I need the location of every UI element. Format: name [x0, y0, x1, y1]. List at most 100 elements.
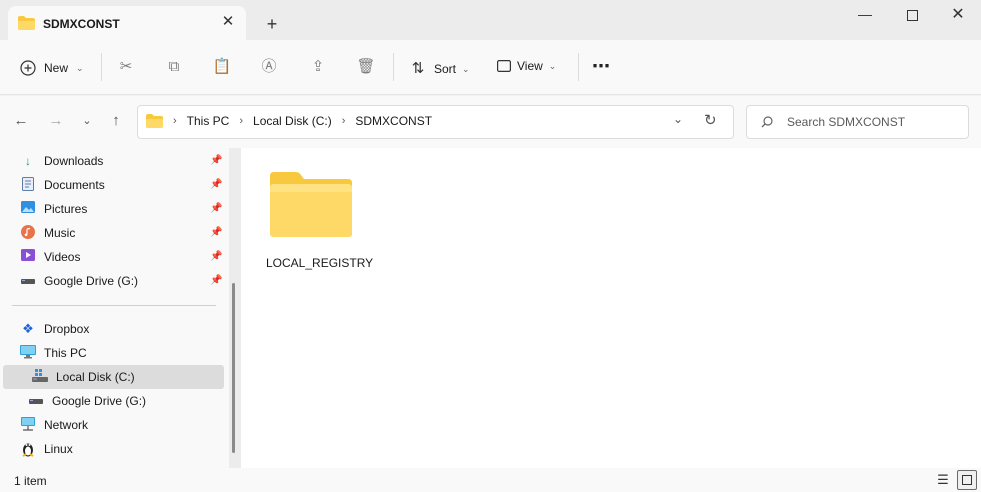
file-list[interactable]: LOCAL_REGISTRY [241, 148, 981, 468]
dropbox-icon: ❖ [22, 321, 34, 336]
sidebar-item-downloads[interactable]: ↓ Downloads [20, 149, 103, 173]
recent-chevron-icon[interactable]: ⌄ [76, 110, 98, 132]
download-icon: ↓ [25, 154, 31, 168]
navigation-pane: ↓ Downloads 📌 Documents 📌 Pictures 📌 Mus… [0, 148, 241, 468]
sidebar-item-linux[interactable]: Linux [20, 437, 73, 461]
sidebar-item-label: Local Disk (C:) [56, 370, 135, 384]
drive-icon [28, 393, 44, 409]
music-icon [20, 225, 36, 241]
sidebar-item-label: Google Drive (G:) [52, 394, 147, 408]
status-bar: 1 item ☰ [0, 468, 981, 492]
address-bar[interactable]: › This PC › Local Disk (C:) › SDMXCONST … [137, 105, 734, 139]
maximize-icon [906, 10, 918, 21]
address-row: ← → ⌄ ↑ › This PC › Local Disk (C:) › SD… [0, 96, 981, 148]
paste-icon[interactable]: 📋 [212, 57, 232, 77]
sidebar-item-documents[interactable]: Documents [20, 173, 105, 197]
copy-icon[interactable]: ⧉ [164, 57, 184, 77]
chevron-right-icon: › [173, 115, 177, 127]
up-arrow-icon[interactable]: ↑ [105, 110, 127, 132]
scrollbar-thumb[interactable] [232, 283, 235, 453]
videos-icon [20, 249, 36, 265]
sort-icon: ⇅ [411, 60, 425, 77]
view-button[interactable]: View ⌄ [497, 59, 556, 73]
crumb-local-disk[interactable]: Local Disk (C:) [253, 114, 332, 128]
sidebar-item-label: This PC [44, 346, 87, 360]
chevron-right-icon: › [239, 115, 244, 127]
delete-icon[interactable]: 🗑 [356, 57, 376, 77]
refresh-icon[interactable]: ↻ [704, 111, 717, 129]
new-label: New [44, 61, 69, 75]
linux-icon [20, 441, 36, 457]
sidebar-item-google-drive-g[interactable]: Google Drive (G:) [28, 389, 146, 413]
search-placeholder: Search SDMXCONST [787, 115, 906, 129]
search-input[interactable]: Search SDMXCONST [746, 105, 969, 139]
view-label: View [517, 59, 543, 73]
sidebar-item-label: Music [44, 226, 76, 240]
pin-icon[interactable]: 📌 [210, 155, 222, 166]
network-icon [20, 417, 36, 433]
tiles-view-icon[interactable] [957, 470, 977, 490]
pin-icon[interactable]: 📌 [210, 203, 222, 214]
new-button[interactable]: New ⌄ [20, 59, 84, 77]
crumb-this-pc[interactable]: This PC [187, 114, 230, 128]
divider [578, 53, 579, 81]
disk-icon [32, 369, 48, 385]
sidebar-item-label: Videos [44, 250, 81, 264]
share-icon[interactable]: ⇪ [308, 57, 328, 77]
sidebar-scrollbar[interactable] [229, 148, 241, 468]
sidebar-item-label: Documents [44, 178, 105, 192]
view-icon [497, 60, 511, 72]
divider [393, 53, 394, 81]
details-view-icon[interactable]: ☰ [934, 472, 952, 488]
breadcrumb: › This PC › Local Disk (C:) › SDMXCONST [146, 114, 432, 128]
pin-icon[interactable]: 📌 [210, 251, 222, 262]
tab-close-icon[interactable]: ✕ [218, 12, 238, 32]
sidebar-item-label: Network [44, 418, 89, 432]
maximize-button[interactable] [900, 6, 924, 26]
drive-icon [20, 273, 36, 289]
sort-button[interactable]: ⇅ Sort ⌄ [408, 59, 470, 79]
crumb-sdmxconst[interactable]: SDMXCONST [355, 114, 432, 128]
sidebar-item-music[interactable]: Music [20, 221, 75, 245]
close-window-button[interactable]: ✕ [946, 4, 970, 26]
more-options-button[interactable]: ⋯ [592, 56, 611, 77]
minimize-button[interactable]: — [853, 6, 877, 26]
sidebar-item-local-disk[interactable]: Local Disk (C:) [3, 365, 224, 389]
sidebar-item-label: Google Drive (G:) [44, 274, 139, 288]
search-icon [761, 116, 773, 128]
pin-icon[interactable]: 📌 [210, 227, 222, 238]
computer-icon [20, 345, 36, 361]
pin-icon[interactable]: 📌 [210, 275, 222, 286]
folder-name: LOCAL_REGISTRY [266, 256, 374, 270]
cut-icon[interactable]: ✂ [116, 57, 136, 77]
tab-title: SDMXCONST [43, 17, 120, 31]
sidebar-item-label: Downloads [44, 154, 104, 168]
chevron-down-icon: ⌄ [76, 62, 84, 73]
new-tab-button[interactable]: + [262, 14, 282, 34]
chevron-down-icon: ⌄ [462, 63, 470, 74]
chevron-down-icon: ⌄ [548, 60, 557, 71]
sidebar-item-dropbox[interactable]: ❖ Dropbox [20, 317, 89, 341]
back-arrow-icon[interactable]: ← [10, 110, 32, 132]
folder-item[interactable]: LOCAL_REGISTRY [266, 168, 373, 272]
documents-icon [20, 177, 36, 193]
rename-icon[interactable]: Ⓐ [259, 57, 279, 77]
sidebar-item-videos[interactable]: Videos [20, 245, 80, 269]
pin-icon[interactable]: 📌 [210, 179, 222, 190]
sort-label: Sort [434, 62, 457, 76]
chevron-right-icon: › [341, 115, 346, 127]
sidebar-divider [12, 305, 216, 306]
address-dropdown-icon[interactable]: ⌄ [673, 112, 683, 126]
folder-icon [146, 114, 163, 128]
sidebar-item-pictures[interactable]: Pictures [20, 197, 87, 221]
sidebar-item-network[interactable]: Network [20, 413, 88, 437]
item-count: 1 item [14, 474, 47, 488]
sidebar-item-label: Pictures [44, 202, 88, 216]
folder-icon [18, 16, 35, 30]
folder-icon [270, 172, 352, 237]
sidebar-item-google-drive[interactable]: Google Drive (G:) [20, 269, 138, 293]
divider [101, 53, 102, 81]
pictures-icon [20, 201, 36, 217]
forward-arrow-icon[interactable]: → [45, 110, 67, 132]
sidebar-item-this-pc[interactable]: This PC [20, 341, 87, 365]
